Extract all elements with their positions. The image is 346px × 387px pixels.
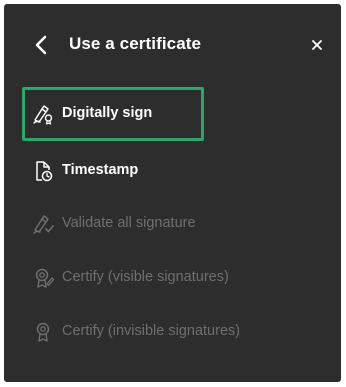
menu-item-label: Validate all signature xyxy=(62,215,196,231)
close-icon xyxy=(312,40,322,50)
panel-title: Use a certificate xyxy=(69,34,202,53)
certificate-panel: Use a certificate Digitally sign Timesta… xyxy=(4,4,341,382)
menu-item-timestamp[interactable]: Timestamp xyxy=(22,144,204,198)
timestamp-document-icon xyxy=(32,160,54,182)
menu-item-label: Certify (invisible signatures) xyxy=(62,323,241,339)
back-button[interactable] xyxy=(34,35,48,55)
sign-pen-icon xyxy=(32,103,54,125)
certify-invisible-icon xyxy=(32,321,54,343)
menu-item-validate-all-signature[interactable]: Validate all signature xyxy=(22,197,204,251)
close-button[interactable] xyxy=(310,38,324,52)
chevron-left-icon xyxy=(35,35,47,55)
menu-item-certify-visible[interactable]: Certify (visible signatures) xyxy=(22,251,312,305)
validate-signature-icon xyxy=(32,213,54,235)
menu-item-label: Digitally sign xyxy=(62,105,153,121)
menu-item-digitally-sign[interactable]: Digitally sign xyxy=(22,87,204,141)
menu-item-certify-invisible[interactable]: Certify (invisible signatures) xyxy=(22,305,322,359)
panel-header: Use a certificate xyxy=(4,4,341,84)
menu-item-label: Timestamp xyxy=(62,162,139,178)
certify-visible-icon xyxy=(32,267,55,289)
menu-item-label: Certify (visible signatures) xyxy=(62,269,229,285)
